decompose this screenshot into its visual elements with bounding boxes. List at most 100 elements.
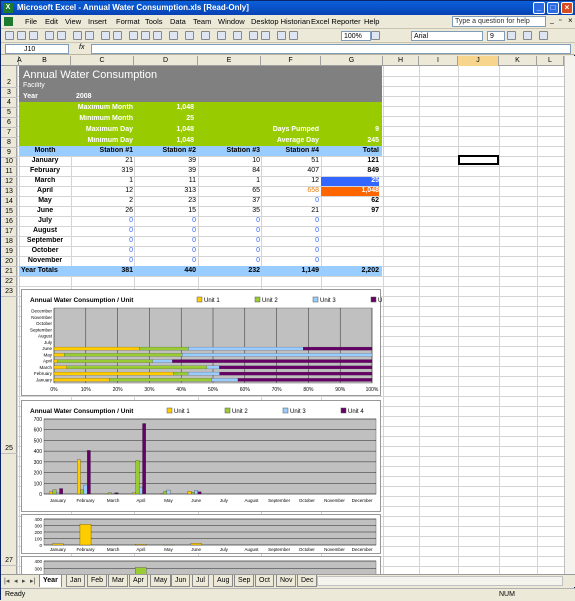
hyperlink-icon[interactable] [217,31,226,40]
help-search-input[interactable]: Type a question for help [452,16,546,27]
research-icon[interactable] [113,31,122,40]
row-header-8[interactable]: 8 [1,138,17,148]
sheet-tab-jul[interactable]: Jul [192,575,209,587]
chart-wizard-icon[interactable] [277,31,286,40]
sheet-tab-year[interactable]: Year [39,575,62,587]
chart-unit1-small[interactable]: 0100200300400JanuaryFebruaryMarchAprilMa… [21,514,381,554]
drawing-icon[interactable] [289,31,298,40]
column-header-l[interactable]: L [537,56,564,66]
open-icon[interactable] [17,31,26,40]
row-header-15[interactable]: 15 [1,207,17,217]
row-header-12[interactable]: 12 [1,177,17,187]
row-header-27[interactable]: 27 [1,556,17,566]
row-header-4[interactable]: 4 [1,98,17,108]
column-header-e[interactable]: E [198,56,261,66]
name-box[interactable]: J10 [5,44,69,54]
row-header-17[interactable]: 17 [1,227,17,237]
font-color-icon[interactable] [539,31,548,40]
row-header-25[interactable]: 25 [1,444,17,454]
font-select[interactable]: Arial [411,31,483,41]
save-icon[interactable] [29,31,38,40]
chart-clustered-columns[interactable]: Annual Water Consumption / UnitUnit 1Uni… [21,400,381,512]
copy-icon[interactable] [141,31,150,40]
menu-desktop-historian[interactable]: Desktop Historian [251,17,310,26]
title-bar[interactable]: X Microsoft Excel - Annual Water Consump… [1,1,575,15]
column-header-g[interactable]: G [321,56,383,66]
sheet-tab-oct[interactable]: Oct [255,575,274,587]
row-header-16[interactable]: 16 [1,217,17,227]
minimize-button[interactable]: _ [533,2,545,14]
menu-tools[interactable]: Tools [145,17,163,26]
row-header-13[interactable]: 13 [1,187,17,197]
chart-percent-stacked[interactable]: Annual Water Consumption / UnitUnit 1Uni… [21,289,381,396]
format-painter-icon[interactable] [169,31,178,40]
menu-format[interactable]: Format [116,17,140,26]
font-size-select[interactable]: 9 [487,31,505,41]
sheet-tab-mar[interactable]: Mar [108,575,128,587]
row-header-10[interactable]: 10 [1,157,17,167]
borders-icon[interactable] [507,31,516,40]
help-icon[interactable] [371,31,380,40]
row-header-5[interactable]: 5 [1,108,17,118]
row-header-23[interactable]: 23 [1,287,17,297]
row-header-6[interactable]: 6 [1,118,17,128]
menu-insert[interactable]: Insert [88,17,107,26]
permission-icon[interactable] [45,31,54,40]
menu-help[interactable]: Help [364,17,379,26]
sheet-tab-may[interactable]: May [150,575,171,587]
column-header-i[interactable]: I [419,56,458,66]
doc-minimize-button[interactable]: _ [550,17,554,24]
cut-icon[interactable] [129,31,138,40]
sheet-tab-sep[interactable]: Sep [234,575,254,587]
last-sheet-button[interactable]: ▸| [30,577,35,585]
sheet-tab-jan[interactable]: Jan [66,575,85,587]
selected-cell-J10[interactable] [458,155,499,165]
menu-data[interactable]: Data [170,17,186,26]
menu-edit[interactable]: Edit [45,17,58,26]
document-icon[interactable] [4,17,13,26]
print-icon[interactable] [73,31,82,40]
spelling-icon[interactable] [101,31,110,40]
column-header-f[interactable]: F [261,56,321,66]
vertical-scrollbar[interactable] [564,56,575,574]
sheet-tab-dec[interactable]: Dec [297,575,317,587]
column-header-k[interactable]: K [499,56,537,66]
chart-unit2-small[interactable]: 0100200300400 [21,556,381,574]
redo-icon[interactable] [201,31,210,40]
row-header-22[interactable]: 22 [1,277,17,287]
sheet-tab-feb[interactable]: Feb [87,575,107,587]
sort-descending-icon[interactable] [261,31,270,40]
maximize-button[interactable]: □ [547,2,559,14]
close-button[interactable]: × [561,2,573,14]
formula-input[interactable] [91,44,571,54]
row-header-2[interactable]: 2 [1,78,17,88]
row-header-18[interactable]: 18 [1,237,17,247]
sheet-tab-nov[interactable]: Nov [276,575,296,587]
row-header-20[interactable]: 20 [1,257,17,267]
row-header-21[interactable]: 21 [1,267,17,277]
prev-sheet-button[interactable]: ◂ [14,577,18,585]
row-header-14[interactable]: 14 [1,197,17,207]
email-icon[interactable] [57,31,66,40]
row-header-19[interactable]: 19 [1,247,17,257]
paste-icon[interactable] [153,31,162,40]
column-header-d[interactable]: D [134,56,198,66]
fill-color-icon[interactable] [523,31,532,40]
column-header-c[interactable]: C [71,56,134,66]
first-sheet-button[interactable]: |◂ [4,577,9,585]
row-header-7[interactable]: 7 [1,128,17,138]
column-header-j[interactable]: J [458,56,499,66]
print-preview-icon[interactable] [85,31,94,40]
horizontal-scrollbar[interactable] [317,576,563,586]
row-header-11[interactable]: 11 [1,167,17,177]
new-icon[interactable] [5,31,14,40]
autosum-icon[interactable] [233,31,242,40]
menu-window[interactable]: Window [218,17,245,26]
next-sheet-button[interactable]: ▸ [22,577,26,585]
doc-restore-button[interactable]: ▫ [559,17,561,24]
menu-team[interactable]: Team [193,17,211,26]
menu-view[interactable]: View [65,17,81,26]
menu-excel-reporter[interactable]: Excel Reporter [311,17,361,26]
sheet-tab-jun[interactable]: Jun [171,575,190,587]
column-header-b[interactable]: B [19,56,71,66]
